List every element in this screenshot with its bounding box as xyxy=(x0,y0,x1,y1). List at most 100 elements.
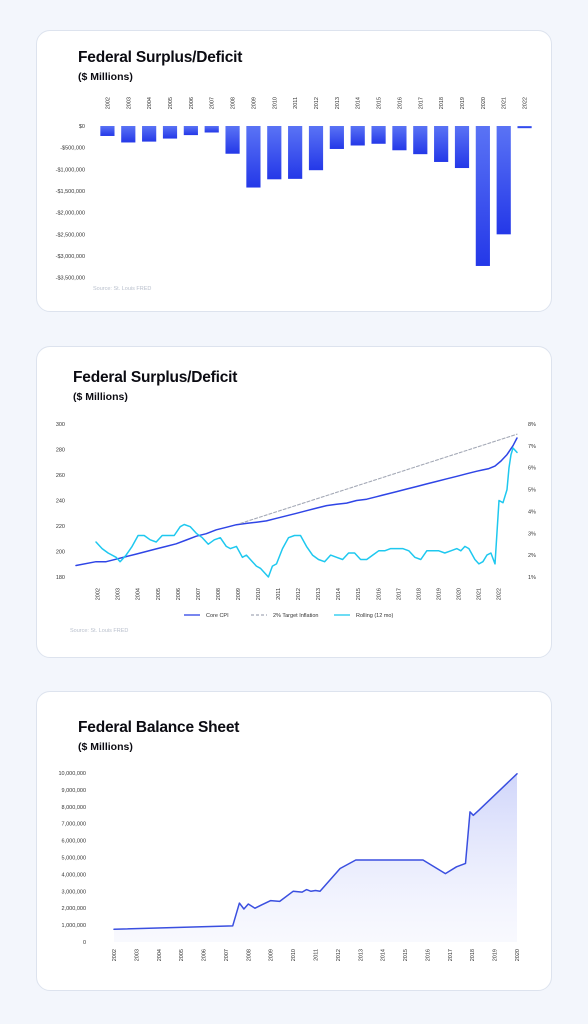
cpi-line-chart-card: Federal Surplus/Deficit ($ Millions) 180… xyxy=(36,346,552,658)
bar xyxy=(475,126,490,266)
y-tick-label: -$1,500,000 xyxy=(56,189,85,195)
x-tick-label: 2004 xyxy=(147,97,153,109)
x-tick-label: 2011 xyxy=(314,949,320,961)
x-tick-label: 2021 xyxy=(502,97,508,109)
legend-label: Rolling (12 mo) xyxy=(356,613,393,619)
left-y-tick-label: 280 xyxy=(56,448,65,454)
bar xyxy=(204,126,219,133)
y-tick-label: 6,000,000 xyxy=(62,839,86,845)
bar xyxy=(288,126,303,179)
x-tick-label: 2010 xyxy=(291,949,297,961)
balance-sheet-area-chart: 0 1,000,000 2,000,000 3,000,000 4,000,000 5,0… xyxy=(58,771,521,961)
x-tick-label: 2011 xyxy=(293,97,299,109)
x-tick-label: 2015 xyxy=(403,949,409,961)
x-tick-label: 2019 xyxy=(436,588,442,600)
y-tick-label: -$2,500,000 xyxy=(56,232,85,238)
deficit-bar-chart-card: Federal Surplus/Deficit ($ Millions) $0-… xyxy=(36,30,552,312)
x-tick-label: 2009 xyxy=(251,97,257,109)
x-tick-label: 2010 xyxy=(256,588,262,600)
x-tick-label: 2020 xyxy=(456,588,462,600)
bar xyxy=(267,126,282,180)
x-tick-label: 2007 xyxy=(224,949,230,961)
chart-source: Source: St. Louis FRED xyxy=(93,286,152,292)
x-tick-label: 2013 xyxy=(316,588,322,600)
series-line xyxy=(239,433,518,524)
right-y-tick-label: 1% xyxy=(528,575,536,581)
x-tick-label: 2015 xyxy=(377,97,383,109)
y-tick-label: 5,000,000 xyxy=(62,856,86,862)
x-tick-label: 2022 xyxy=(523,97,529,109)
x-tick-label: 2008 xyxy=(231,97,237,109)
x-tick-label: 2003 xyxy=(134,949,140,961)
bar xyxy=(392,126,407,151)
x-tick-label: 2007 xyxy=(210,97,216,109)
x-tick-label: 2004 xyxy=(136,588,142,600)
y-tick-label: $0 xyxy=(79,124,85,130)
bar xyxy=(142,126,157,142)
y-tick-label: 8,000,000 xyxy=(62,805,86,811)
area-fill xyxy=(114,773,517,942)
x-tick-label: 2005 xyxy=(179,949,185,961)
y-tick-label: 0 xyxy=(83,940,86,946)
right-y-tick-label: 4% xyxy=(528,509,536,515)
x-tick-label: 2002 xyxy=(96,588,102,600)
left-y-tick-label: 220 xyxy=(56,524,65,530)
left-y-tick-label: 200 xyxy=(56,550,65,556)
right-y-tick-label: 5% xyxy=(528,488,536,494)
bar xyxy=(496,126,511,235)
x-tick-label: 2002 xyxy=(105,97,111,109)
balance-sheet-chart-card: Federal Balance Sheet ($ Millions) 0 1,00… xyxy=(36,691,552,991)
bar xyxy=(329,126,344,149)
y-tick-label: 7,000,000 xyxy=(62,822,86,828)
deficit-bar-chart: $0 -$500,000 -$1,000,000 -$1,500,000 -$2,000… xyxy=(56,97,532,282)
y-tick-label: 10,000,000 xyxy=(58,771,86,777)
x-tick-label: 2019 xyxy=(493,949,499,961)
y-tick-label: -$2,000,000 xyxy=(56,211,85,217)
x-tick-label: 2010 xyxy=(272,97,278,109)
x-tick-label: 2016 xyxy=(376,588,382,600)
left-y-tick-label: 300 xyxy=(56,422,65,428)
x-tick-label: 2021 xyxy=(477,588,483,600)
right-y-tick-label: 3% xyxy=(528,531,536,537)
x-tick-label: 2013 xyxy=(358,949,364,961)
x-tick-label: 2017 xyxy=(396,588,402,600)
x-tick-label: 2009 xyxy=(236,588,242,600)
y-tick-label: 4,000,000 xyxy=(62,872,86,878)
x-tick-label: 2017 xyxy=(448,949,454,961)
bar xyxy=(517,126,532,129)
x-tick-label: 2011 xyxy=(276,588,282,600)
x-tick-label: 2006 xyxy=(176,588,182,600)
x-tick-label: 2020 xyxy=(515,949,521,961)
x-tick-label: 2012 xyxy=(336,949,342,961)
right-y-tick-label: 6% xyxy=(528,466,536,472)
x-tick-label: 2015 xyxy=(356,588,362,600)
x-tick-label: 2013 xyxy=(335,97,341,109)
right-y-tick-label: 8% xyxy=(528,422,536,428)
x-tick-label: 2018 xyxy=(439,97,445,109)
x-tick-label: 2008 xyxy=(246,949,252,961)
legend-label: Core CPI xyxy=(206,613,229,619)
x-tick-label: 2012 xyxy=(314,97,320,109)
x-tick-label: 2009 xyxy=(269,949,275,961)
x-tick-label: 2022 xyxy=(497,588,503,600)
right-y-tick-label: 2% xyxy=(528,553,536,559)
x-tick-label: 2008 xyxy=(216,588,222,600)
left-y-tick-label: 240 xyxy=(56,499,65,505)
series-line xyxy=(95,447,518,578)
x-tick-label: 2004 xyxy=(157,949,163,961)
x-tick-label: 2014 xyxy=(356,97,362,109)
y-tick-label: -$3,500,000 xyxy=(56,276,85,282)
series-line xyxy=(75,437,518,567)
y-tick-label: 3,000,000 xyxy=(62,889,86,895)
x-tick-label: 2016 xyxy=(425,949,431,961)
x-tick-label: 2016 xyxy=(397,97,403,109)
x-tick-label: 2005 xyxy=(156,588,162,600)
left-y-tick-label: 260 xyxy=(56,473,65,479)
x-tick-label: 2006 xyxy=(202,949,208,961)
y-tick-label: -$500,000 xyxy=(60,146,85,152)
x-tick-label: 2002 xyxy=(112,949,118,961)
bar xyxy=(162,126,178,139)
right-y-tick-label: 7% xyxy=(528,444,536,450)
x-tick-label: 2014 xyxy=(336,588,342,600)
x-tick-label: 2012 xyxy=(296,588,302,600)
